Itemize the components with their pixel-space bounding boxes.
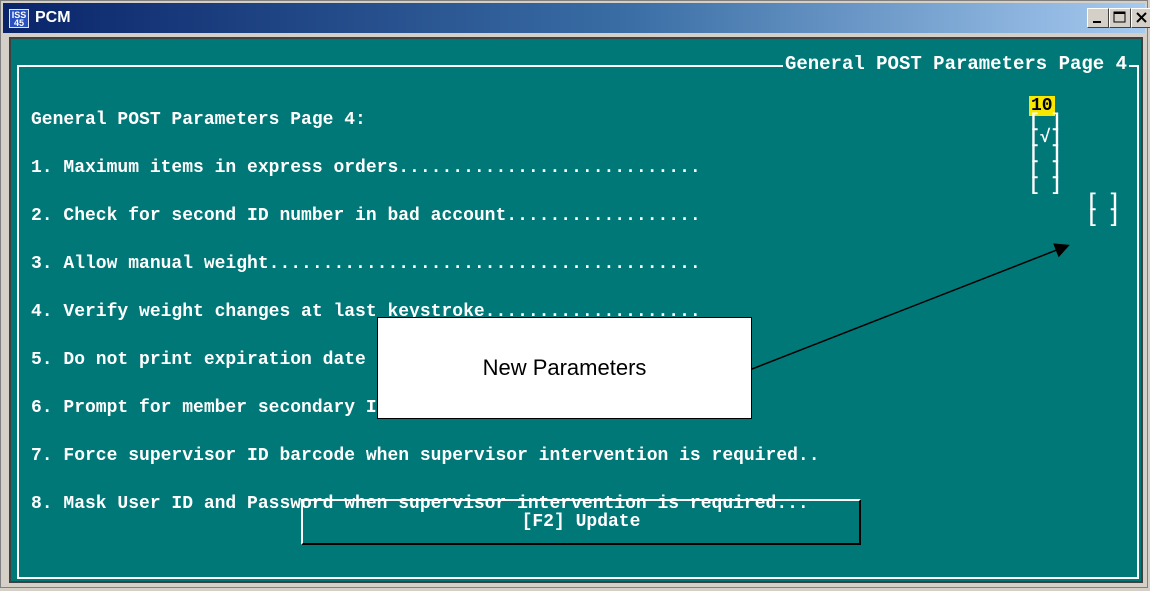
pcm-window: ISS 45 PCM General POST Parameters Page … [0, 0, 1150, 588]
maximize-button[interactable] [1109, 8, 1131, 28]
terminal-console: General POST Parameters Page 4 General P… [9, 37, 1143, 583]
update-button[interactable]: [F2] Update [301, 499, 861, 545]
new-parameters-callout: New Parameters [377, 317, 752, 419]
param-row-7: 7. Force supervisor ID barcode when supe… [31, 446, 820, 466]
frame-title: General POST Parameters Page 4 [782, 53, 1129, 75]
param-row-2: 2. Check for second ID number in bad acc… [31, 206, 701, 226]
minimize-button[interactable] [1087, 8, 1109, 28]
param-row-3: 3. Allow manual weight..................… [31, 254, 701, 274]
parameters-list: General POST Parameters Page 4: 1. Maxim… [31, 80, 820, 544]
title-bar[interactable]: ISS 45 PCM [3, 3, 1150, 33]
secondary-id-checkbox[interactable]: [ ] [1029, 176, 1061, 196]
maximize-icon [1113, 11, 1126, 23]
close-button[interactable] [1131, 8, 1150, 28]
minimize-icon [1093, 21, 1101, 23]
parameters-heading: General POST Parameters Page 4: [31, 110, 366, 130]
app-icon-glyph-bottom: 45 [13, 18, 24, 28]
window-title: PCM [35, 9, 71, 26]
close-icon [1136, 12, 1147, 23]
app-icon: ISS 45 [9, 9, 29, 28]
param-row-1: 1. Maximum items in express orders......… [31, 158, 701, 178]
mask-user-id-checkbox[interactable]: [ ] [1087, 208, 1119, 228]
